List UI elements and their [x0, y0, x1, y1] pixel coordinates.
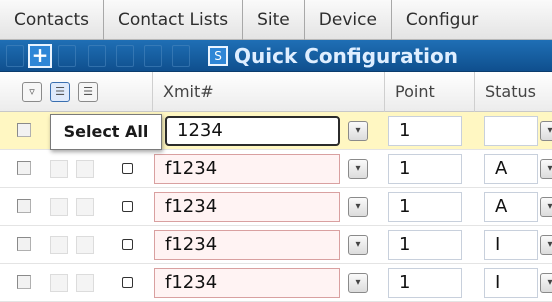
edit-row-icon[interactable] [122, 163, 133, 174]
list-icon [6, 45, 24, 67]
save-row-icon [50, 160, 68, 178]
status-input[interactable]: A [484, 154, 538, 184]
status-dropdown-icon[interactable]: ▾ [540, 159, 552, 179]
edit-row-icon[interactable] [122, 277, 133, 288]
column-point[interactable]: Point [384, 72, 474, 112]
row-checkbox[interactable] [17, 237, 31, 251]
row-checkbox[interactable] [17, 275, 31, 289]
row-checkbox[interactable] [17, 199, 31, 213]
edit-row-icon[interactable] [122, 201, 133, 212]
save-all-icon [116, 45, 134, 67]
save-row-icon [50, 236, 68, 254]
tab-bar: Contacts Contact Lists Site Device Confi… [0, 0, 552, 40]
cancel-icon [172, 45, 190, 67]
toolbar: + S Quick Configuration [0, 40, 552, 72]
xmit-dropdown-icon[interactable]: ▾ [348, 159, 368, 179]
status-dropdown-icon[interactable]: ▾ [540, 197, 552, 217]
point-input[interactable]: 1 [388, 154, 462, 184]
edit-row-icon[interactable] [122, 239, 133, 250]
row-checkbox[interactable] [17, 123, 31, 137]
refresh-button[interactable]: S [208, 46, 228, 66]
point-input[interactable]: 1 [388, 268, 462, 298]
status-input[interactable]: I [484, 230, 538, 260]
save-row-icon [50, 198, 68, 216]
table-row[interactable]: f1234 ▾ 1 A ▾ [0, 188, 552, 226]
point-input[interactable]: 1 [388, 116, 462, 146]
xmit-dropdown-icon[interactable]: ▾ [348, 121, 368, 141]
clear-selection-icon[interactable]: ▿ [22, 82, 42, 102]
xmit-input[interactable]: 1234 [165, 116, 340, 146]
save-icon [88, 45, 106, 67]
delete-row-icon [76, 274, 94, 292]
tab-contacts[interactable]: Contacts [0, 0, 104, 40]
xmit-input[interactable]: f1234 [154, 230, 340, 260]
delete-row-icon [76, 160, 94, 178]
column-status[interactable]: Status [474, 72, 552, 112]
xmit-dropdown-icon[interactable]: ▾ [348, 197, 368, 217]
tab-site[interactable]: Site [243, 0, 305, 40]
table-row[interactable]: f1234 ▾ 1 I ▾ [0, 226, 552, 264]
list-view-icon[interactable]: ☰ [78, 82, 98, 102]
table-row[interactable]: f1234 ▾ 1 A ▾ [0, 150, 552, 188]
delete-icon [144, 45, 162, 67]
status-input[interactable] [484, 116, 538, 146]
row-checkbox[interactable] [17, 161, 31, 175]
xmit-input[interactable]: f1234 [154, 192, 340, 222]
tab-configuration[interactable]: Configur [392, 0, 492, 40]
status-dropdown-icon[interactable]: ▾ [540, 121, 552, 141]
select-all-tooltip: Select All [50, 114, 162, 150]
xmit-dropdown-icon[interactable]: ▾ [348, 273, 368, 293]
point-input[interactable]: 1 [388, 230, 462, 260]
table-row[interactable]: f1234 ▾ 1 I ▾ [0, 264, 552, 302]
column-header: ▿ ☰ ☰ Xmit# Point Status [0, 72, 552, 112]
tab-device[interactable]: Device [305, 0, 392, 40]
status-input[interactable]: I [484, 268, 538, 298]
add-button[interactable]: + [28, 44, 52, 68]
xmit-input[interactable]: f1234 [154, 154, 340, 184]
toolbar-title: Quick Configuration [234, 44, 459, 68]
delete-row-icon [76, 236, 94, 254]
tab-contact-lists[interactable]: Contact Lists [104, 0, 244, 40]
status-dropdown-icon[interactable]: ▾ [540, 273, 552, 293]
point-input[interactable]: 1 [388, 192, 462, 222]
column-xmit[interactable]: Xmit# [152, 72, 384, 112]
xmit-dropdown-icon[interactable]: ▾ [348, 235, 368, 255]
status-dropdown-icon[interactable]: ▾ [540, 235, 552, 255]
save-row-icon [50, 274, 68, 292]
edit-icon [58, 45, 76, 67]
delete-row-icon [76, 198, 94, 216]
select-all-icon[interactable]: ☰ [50, 82, 70, 102]
xmit-input[interactable]: f1234 [154, 268, 340, 298]
status-input[interactable]: A [484, 192, 538, 222]
